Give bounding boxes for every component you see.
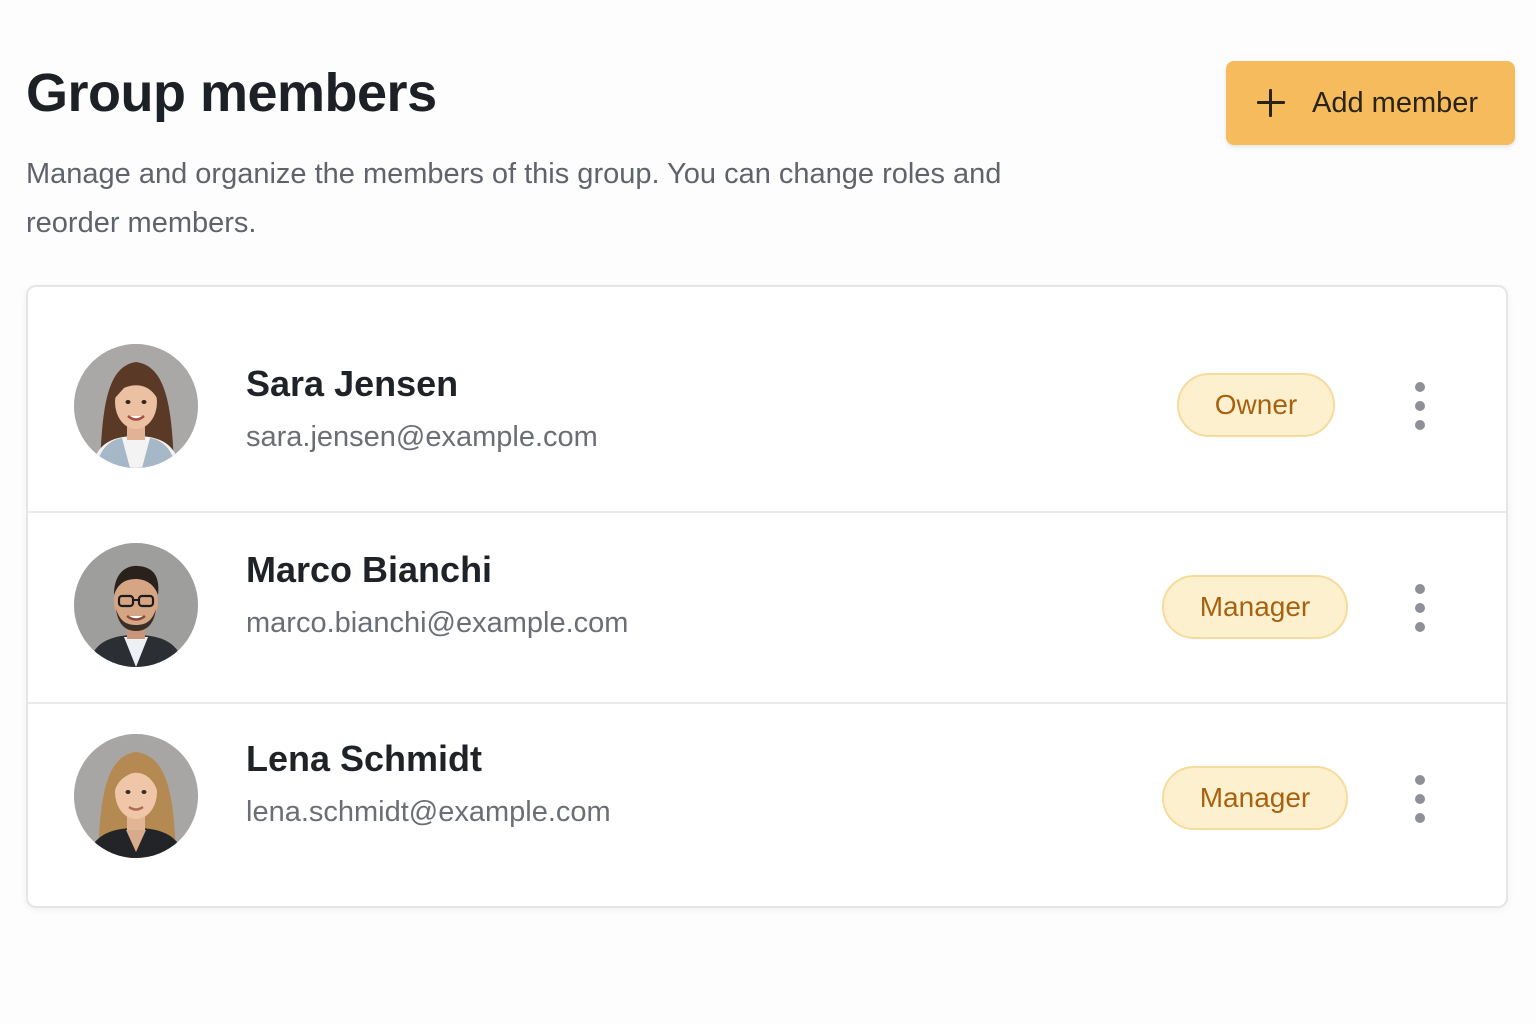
members-list: Sara Jensen sara.jensen@example.com Owne… — [26, 285, 1508, 908]
page-title: Group members — [26, 63, 437, 123]
member-name: Lena Schmidt — [246, 738, 483, 779]
member-row[interactable]: Lena Schmidt lena.schmidt@example.com Ma… — [28, 704, 1506, 908]
more-vertical-icon[interactable] — [1402, 582, 1438, 634]
group-members-page: Group members Manage and organize the me… — [0, 0, 1536, 1024]
page-description: Manage and organize the members of this … — [26, 158, 1002, 239]
avatar — [74, 543, 198, 667]
member-row[interactable]: Sara Jensen sara.jensen@example.com Owne… — [28, 287, 1506, 512]
member-name: Sara Jensen — [246, 363, 459, 404]
member-name: Marco Bianchi — [246, 549, 493, 590]
member-email: lena.schmidt@example.com — [246, 796, 611, 828]
avatar — [74, 734, 198, 858]
role-badge[interactable]: Manager — [1162, 766, 1348, 830]
member-email: sara.jensen@example.com — [246, 421, 598, 453]
role-badge[interactable]: Owner — [1177, 373, 1335, 437]
role-label: Owner — [1214, 389, 1298, 420]
avatar-photo-marco — [74, 543, 198, 667]
more-vertical-icon[interactable] — [1402, 380, 1438, 432]
add-member-button[interactable]: Add member — [1226, 61, 1515, 145]
more-vertical-icon[interactable] — [1402, 773, 1438, 825]
page-header: Group members Manage and organize the me… — [26, 62, 1126, 248]
role-label: Manager — [1199, 591, 1311, 622]
role-label: Manager — [1199, 782, 1311, 813]
avatar-photo-lena — [74, 734, 198, 858]
avatar-photo-sara — [74, 344, 198, 468]
member-email: marco.bianchi@example.com — [246, 607, 629, 639]
avatar — [74, 344, 198, 468]
add-member-label: Add member — [1312, 86, 1479, 119]
member-row[interactable]: Marco Bianchi marco.bianchi@example.com … — [28, 513, 1506, 703]
plus-icon — [1256, 88, 1286, 118]
role-badge[interactable]: Manager — [1162, 575, 1348, 639]
